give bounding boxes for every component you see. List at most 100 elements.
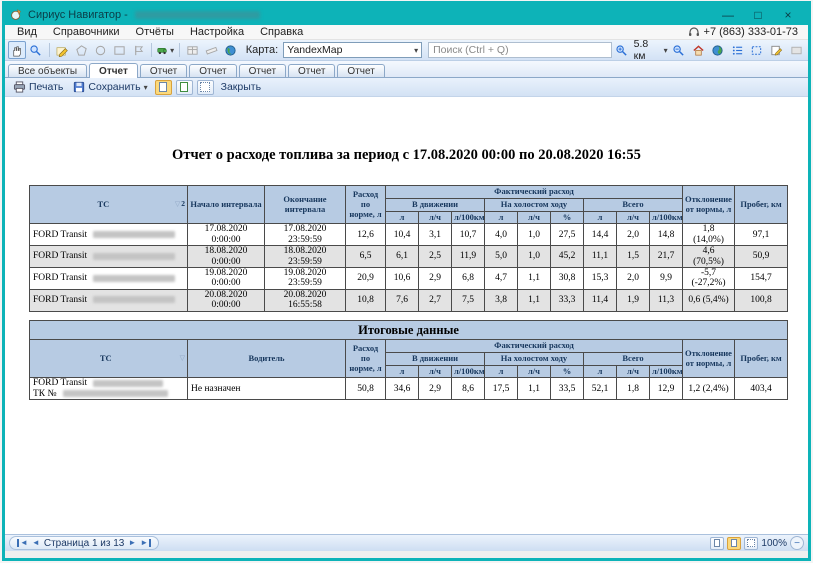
cell: 12,9 (650, 378, 683, 400)
last-page-button[interactable]: ► (140, 539, 151, 547)
zoom-in-button[interactable] (613, 41, 631, 59)
cell: 11,4 (584, 289, 617, 311)
fit-width-button[interactable] (744, 537, 758, 550)
zoom-tool-button[interactable] (27, 41, 45, 59)
world-map-button[interactable] (709, 41, 727, 59)
first-page-button[interactable]: ◄ (17, 539, 28, 547)
close-report-button[interactable]: Закрыть (218, 79, 264, 95)
sub-col-l: л (584, 211, 617, 224)
tab-report-1[interactable]: Отчет (89, 63, 138, 78)
col-header-mileage[interactable]: Пробег, км (735, 186, 788, 224)
vehicle-cell: FORD Transit (30, 268, 188, 290)
redacted-text (93, 231, 175, 238)
flag-tool-button[interactable] (129, 41, 147, 59)
tab-report-6[interactable]: Отчет (337, 64, 384, 77)
col-header-norm[interactable]: Расход по норме, л (346, 340, 386, 378)
col-header-norm[interactable]: Расход по норме, л (346, 186, 386, 224)
col-header-tc[interactable]: ТС▽2 (30, 186, 188, 224)
view-fit-width-button[interactable] (197, 80, 214, 95)
sub-col-l: л (485, 365, 518, 378)
next-page-button[interactable]: ► (128, 539, 136, 547)
map-select-value: YandexMap (287, 44, 342, 56)
cell: 17,5 (485, 378, 518, 400)
cell: 3,1 (419, 224, 452, 246)
cell: 33,5 (551, 378, 584, 400)
totals-title: Итоговые данные (30, 320, 788, 339)
view-fit-page-button[interactable] (176, 80, 193, 95)
close-button[interactable]: × (773, 5, 803, 24)
globe-tool-button[interactable] (222, 41, 240, 59)
col-group-total: Всего (584, 198, 683, 211)
menu-spravka[interactable]: Справка (252, 26, 311, 38)
col-group-idle: На холостом ходу (485, 198, 584, 211)
tab-strip: Все объекты Отчет Отчет Отчет Отчет Отче… (5, 61, 808, 78)
menu-nastroyka[interactable]: Настройка (182, 26, 252, 38)
cell: 1,1 (518, 268, 551, 290)
tab-all-objects[interactable]: Все объекты (8, 64, 87, 77)
menu-vid[interactable]: Вид (9, 26, 45, 38)
save-button[interactable]: Сохранить ▾ (70, 79, 150, 95)
object-list-button[interactable] (728, 41, 746, 59)
pan-tool-button[interactable] (8, 41, 26, 59)
actual-size-button[interactable] (710, 537, 724, 550)
cell: 33,3 (551, 289, 584, 311)
rectangle-tool-button[interactable] (110, 41, 128, 59)
app-window: Сириус Навигатор - — □ × Вид Справочники… (2, 1, 811, 561)
pages-icon (747, 539, 755, 547)
print-button[interactable]: Печать (10, 79, 66, 95)
maximize-button[interactable]: □ (743, 5, 773, 24)
ruler-tool-button[interactable] (203, 41, 221, 59)
cell: 1,5 (617, 246, 650, 268)
list-icon (731, 44, 744, 57)
col-header-deviation[interactable]: Отклонение от нормы, л (683, 186, 735, 224)
zoom-out-button[interactable] (670, 41, 688, 59)
sub-col-l100: л/100км (452, 211, 485, 224)
tab-report-2[interactable]: Отчет (140, 64, 187, 77)
cell: 20.08.2020 16:55:58 (265, 289, 346, 311)
col-header-driver[interactable]: Водитель (188, 340, 346, 378)
col-header-end[interactable]: Окончание интервала (265, 186, 346, 224)
table-view-button[interactable] (184, 41, 202, 59)
zoom-decrease-button[interactable]: − (790, 536, 804, 550)
globe-icon (224, 44, 237, 57)
col-header-start[interactable]: Начало интервала (188, 186, 265, 224)
polygon-icon (75, 44, 88, 57)
home-button[interactable] (689, 41, 707, 59)
cell: 30,8 (551, 268, 584, 290)
notes-button[interactable] (768, 41, 786, 59)
cell: 4,7 (485, 268, 518, 290)
image-button[interactable] (787, 41, 805, 59)
minimize-button[interactable]: — (713, 5, 743, 24)
tab-report-3[interactable]: Отчет (189, 64, 236, 77)
cell: 6,1 (386, 246, 419, 268)
cell: 10,7 (452, 224, 485, 246)
window-controls: — □ × (713, 5, 803, 24)
save-dropdown-caret[interactable]: ▾ (144, 83, 148, 92)
menu-otchety[interactable]: Отчёты (128, 26, 182, 38)
cell: 10,4 (386, 224, 419, 246)
prev-page-button[interactable]: ◄ (32, 539, 40, 547)
menu-spravochniki[interactable]: Справочники (45, 26, 128, 38)
col-header-tc[interactable]: ТС▽ (30, 340, 188, 378)
search-input[interactable] (428, 42, 612, 58)
polygon-tool-button[interactable] (73, 41, 91, 59)
printer-icon (13, 81, 26, 93)
circle-tool-button[interactable] (92, 41, 110, 59)
map-scale-value[interactable]: 5.8 км (634, 38, 661, 62)
sub-col-l: л (485, 211, 518, 224)
col-header-deviation[interactable]: Отклонение от нормы, л (683, 340, 735, 378)
tab-report-5[interactable]: Отчет (288, 64, 335, 77)
cell: 1,9 (617, 289, 650, 311)
edit-map-button[interactable] (54, 41, 72, 59)
vehicle-menu-button[interactable]: ▾ (156, 41, 175, 59)
map-select[interactable]: YandexMap ▾ (283, 42, 422, 58)
vehicle-cell: FORD Transit (30, 224, 188, 246)
tab-report-4[interactable]: Отчет (239, 64, 286, 77)
report-toolbar: Печать Сохранить ▾ Закрыть (5, 78, 808, 97)
view-single-page-button[interactable] (155, 80, 172, 95)
col-header-mileage[interactable]: Пробег, км (735, 340, 788, 378)
fit-page-button[interactable] (727, 537, 741, 550)
scale-caret-icon[interactable]: ▾ (664, 46, 668, 55)
selection-area-button[interactable] (748, 41, 766, 59)
cell: 4,0 (485, 224, 518, 246)
